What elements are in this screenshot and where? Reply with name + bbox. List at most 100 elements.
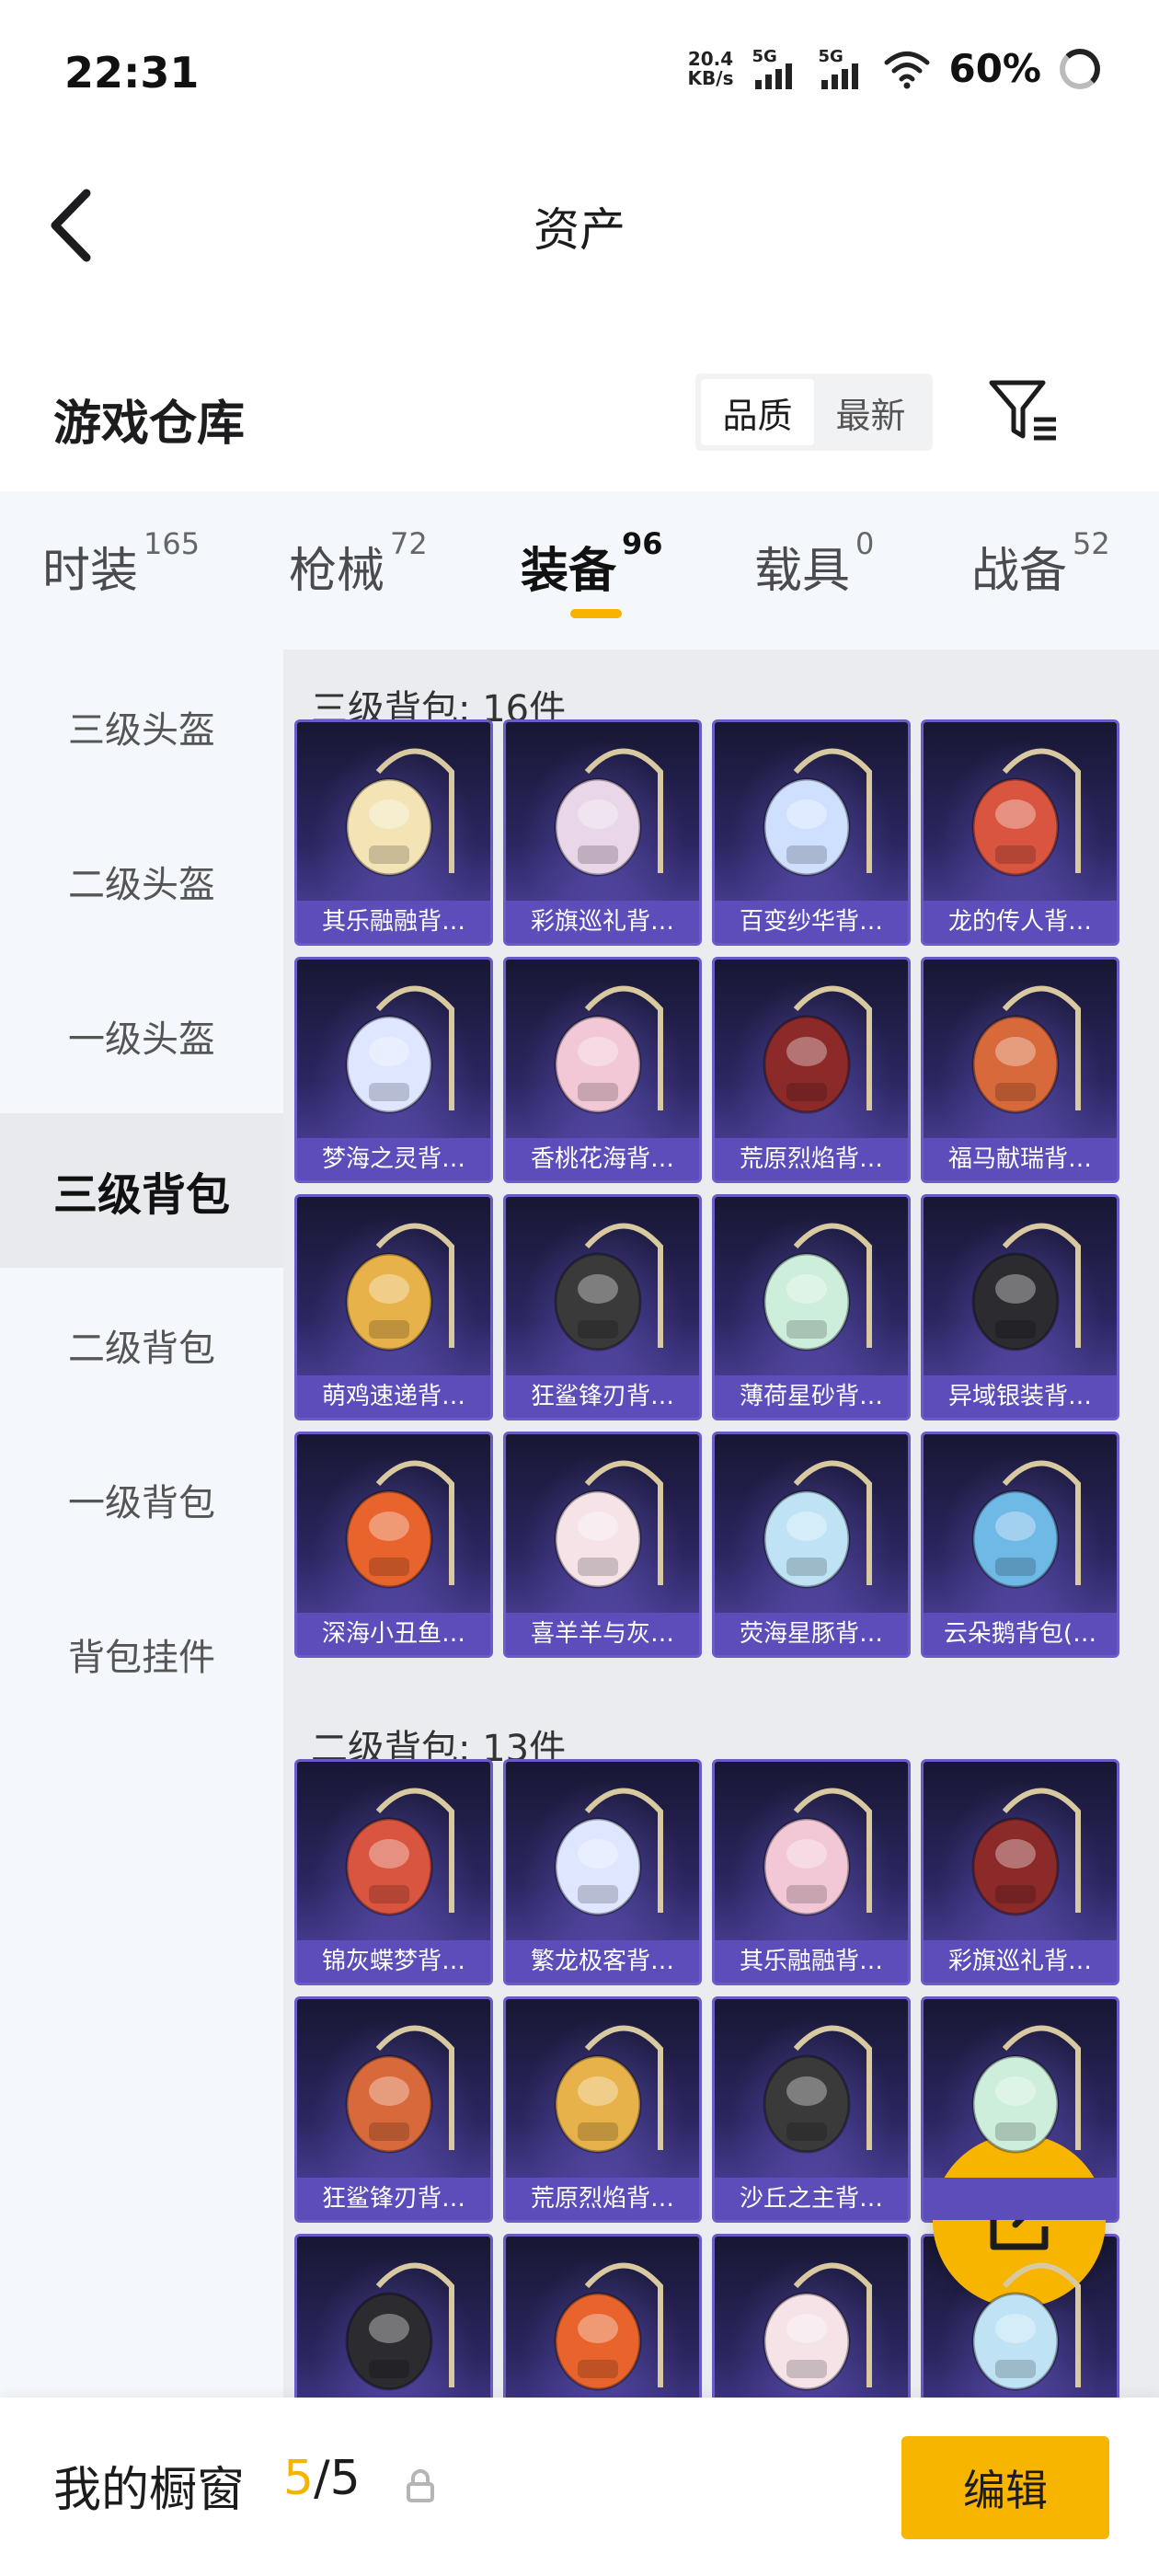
item-card[interactable]: 龙的传人背… <box>921 719 1119 946</box>
item-card[interactable] <box>294 2234 493 2398</box>
item-card[interactable]: 梦海之灵背… <box>294 957 493 1183</box>
tab-label: 枪械 <box>289 544 385 599</box>
item-card[interactable]: 其乐融融背… <box>712 1759 911 1985</box>
sidebar-item-helmet-3[interactable]: 三级头盔 <box>0 650 283 804</box>
backpack-image <box>763 1788 872 1916</box>
network-speed: 20.4 KB/s <box>687 49 734 89</box>
sidebar-item-backpack-2[interactable]: 二级背包 <box>0 1268 283 1422</box>
signal-icon: 5G <box>752 47 799 91</box>
item-card[interactable]: 云朵鹅背包(… <box>921 1432 1119 1658</box>
item-card[interactable] <box>503 2234 702 2398</box>
item-card-label: 深海小丑鱼… <box>297 1613 490 1655</box>
item-card[interactable]: 福马献瑞背… <box>921 957 1119 1183</box>
tab-label: 战备 <box>971 544 1068 599</box>
item-card[interactable]: 薄荷星砂背… <box>712 1194 911 1420</box>
backpack-image <box>345 1788 454 1916</box>
item-card[interactable]: 异域银装背… <box>921 1194 1119 1420</box>
tab-label: 时装 <box>42 544 139 599</box>
backpack-image <box>345 1460 454 1589</box>
item-card-label: 云朵鹅背包(… <box>924 1613 1117 1655</box>
backpack-image <box>763 985 872 1114</box>
item-card[interactable]: 喜羊羊与灰… <box>503 1432 702 1658</box>
sidebar-item-backpack-1[interactable]: 一级背包 <box>0 1422 283 1577</box>
item-card[interactable]: 香桃花海背… <box>503 957 702 1183</box>
backpack-image <box>763 2262 872 2391</box>
backpack-image <box>554 1788 663 1916</box>
backpack-image <box>345 1223 454 1351</box>
sort-option-newest[interactable]: 最新 <box>814 379 927 445</box>
item-card[interactable]: 彩旗巡礼背… <box>503 719 702 946</box>
bottom-bar: 我的橱窗 5/5 编辑 <box>0 2398 1159 2576</box>
battery-level: 60% <box>948 46 1041 91</box>
backpack-image <box>763 1460 872 1589</box>
backpack-image <box>763 748 872 877</box>
sidebar-item-backpack-charm[interactable]: 背包挂件 <box>0 1577 283 1731</box>
sort-toggle: 品质 最新 <box>695 374 933 451</box>
item-card[interactable]: 荧海星豚背… <box>712 1432 911 1658</box>
sidebar-item-backpack-3[interactable]: 三级背包 <box>0 1113 283 1268</box>
item-card-label: 荒原烈焰背… <box>715 1138 908 1180</box>
tab-weapons[interactable]: 枪械 72 <box>289 526 428 601</box>
item-card-label: 龙的传人背… <box>924 901 1117 943</box>
page-title: 资产 <box>534 203 625 257</box>
backpack-image <box>971 2025 1081 2154</box>
item-card[interactable]: 彩旗巡礼背… <box>921 1759 1119 1985</box>
backpack-image <box>554 985 663 1114</box>
item-card[interactable] <box>921 1996 1119 2223</box>
battery-icon <box>1060 48 1100 89</box>
item-card[interactable]: 狂鲨锋刃背… <box>503 1194 702 1420</box>
item-grid: 三级背包: 16件 二级背包: 13件 其乐融融背… 彩旗巡礼背… 百变纱华背… 龙的… <box>283 650 1159 2398</box>
sidebar-item-helmet-2[interactable]: 二级头盔 <box>0 804 283 959</box>
backpack-image <box>971 748 1081 877</box>
item-card-label: 其乐融融背… <box>715 1940 908 1983</box>
sort-option-quality[interactable]: 品质 <box>701 379 814 445</box>
tab-count: 72 <box>390 526 428 561</box>
item-card[interactable]: 萌鸡速递背… <box>294 1194 493 1420</box>
backpack-image <box>345 2262 454 2391</box>
backpack-image <box>971 1460 1081 1589</box>
section-title: 游戏仓库 <box>53 397 246 452</box>
backpack-image <box>554 1223 663 1351</box>
sidebar: 三级头盔 二级头盔 一级头盔 三级背包 二级背包 一级背包 背包挂件 <box>0 650 283 2398</box>
item-card[interactable] <box>712 2234 911 2398</box>
showcase-total: 5 <box>329 2451 361 2506</box>
tab-equipment[interactable]: 装备 96 <box>521 526 663 601</box>
item-card[interactable]: 百变纱华背… <box>712 719 911 946</box>
showcase-separator: / <box>314 2451 330 2506</box>
item-card-label: 繁龙极客背… <box>506 1940 699 1983</box>
tab-supplies[interactable]: 战备 52 <box>971 526 1110 601</box>
item-card[interactable] <box>921 2234 1119 2398</box>
backpack-image <box>554 748 663 877</box>
item-card-label: 梦海之灵背… <box>297 1138 490 1180</box>
item-card[interactable]: 荒原烈焰背… <box>712 957 911 1183</box>
tab-vehicles[interactable]: 载具 0 <box>754 526 874 601</box>
sidebar-item-helmet-1[interactable]: 一级头盔 <box>0 959 283 1113</box>
item-card[interactable]: 荒原烈焰背… <box>503 1996 702 2223</box>
item-card-label: 沙丘之主背… <box>715 2178 908 2220</box>
item-card[interactable]: 深海小丑鱼… <box>294 1432 493 1658</box>
item-card[interactable]: 其乐融融背… <box>294 719 493 946</box>
backpack-image <box>554 2262 663 2391</box>
status-icons: 20.4 KB/s 5G 5G 60% <box>688 46 1100 91</box>
edit-button[interactable]: 编辑 <box>901 2436 1109 2539</box>
filter-icon[interactable] <box>988 377 1060 445</box>
item-card[interactable]: 锦灰蝶梦背… <box>294 1759 493 1985</box>
lock-icon <box>407 2469 434 2502</box>
tab-label: 装备 <box>521 544 617 599</box>
item-card[interactable]: 沙丘之主背… <box>712 1996 911 2223</box>
wifi-icon <box>884 51 930 88</box>
tab-count: 96 <box>622 526 663 561</box>
tab-count: 0 <box>855 526 875 561</box>
backpack-image <box>554 1460 663 1589</box>
status-time: 22:31 <box>64 48 200 98</box>
status-bar: 22:31 20.4 KB/s 5G 5G 60% <box>0 0 1159 147</box>
item-card-label: 锦灰蝶梦背… <box>297 1940 490 1983</box>
tab-fashion[interactable]: 时装 165 <box>42 526 200 601</box>
network-speed-unit: KB/s <box>687 66 734 89</box>
item-card-label <box>924 2178 1117 2220</box>
showcase-current: 5 <box>283 2451 315 2506</box>
item-card-label: 薄荷星砂背… <box>715 1375 908 1418</box>
tab-label: 载具 <box>754 544 851 599</box>
item-card[interactable]: 狂鲨锋刃背… <box>294 1996 493 2223</box>
item-card[interactable]: 繁龙极客背… <box>503 1759 702 1985</box>
